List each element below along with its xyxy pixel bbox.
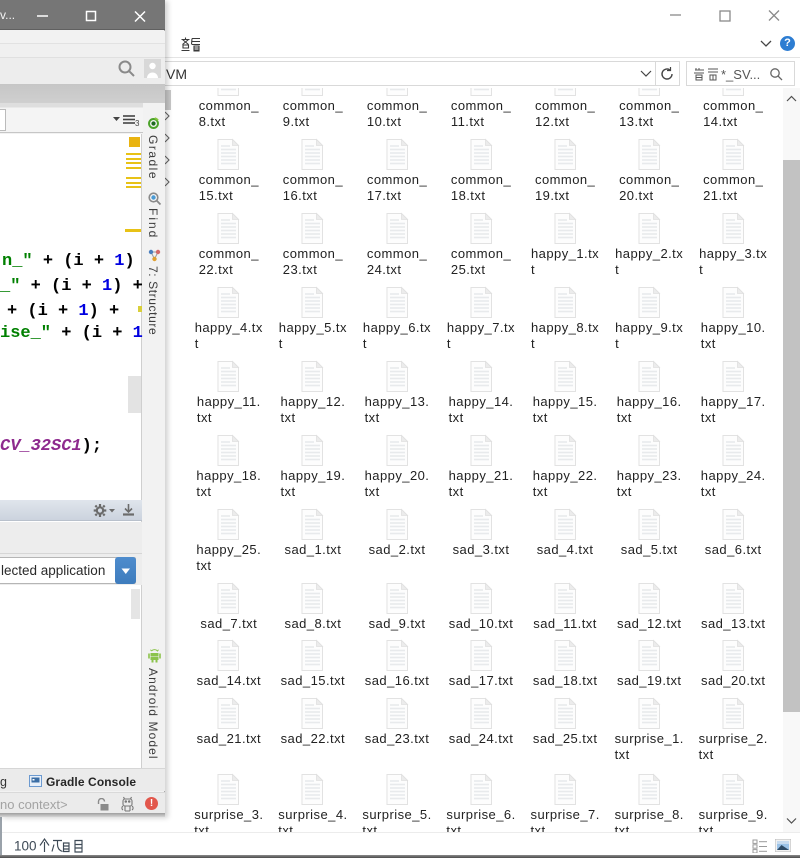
svg-text:*_SV...: *_SV... [721,67,760,82]
svg-text:3: 3 [135,119,140,127]
svg-text:100: 100 [14,839,37,854]
